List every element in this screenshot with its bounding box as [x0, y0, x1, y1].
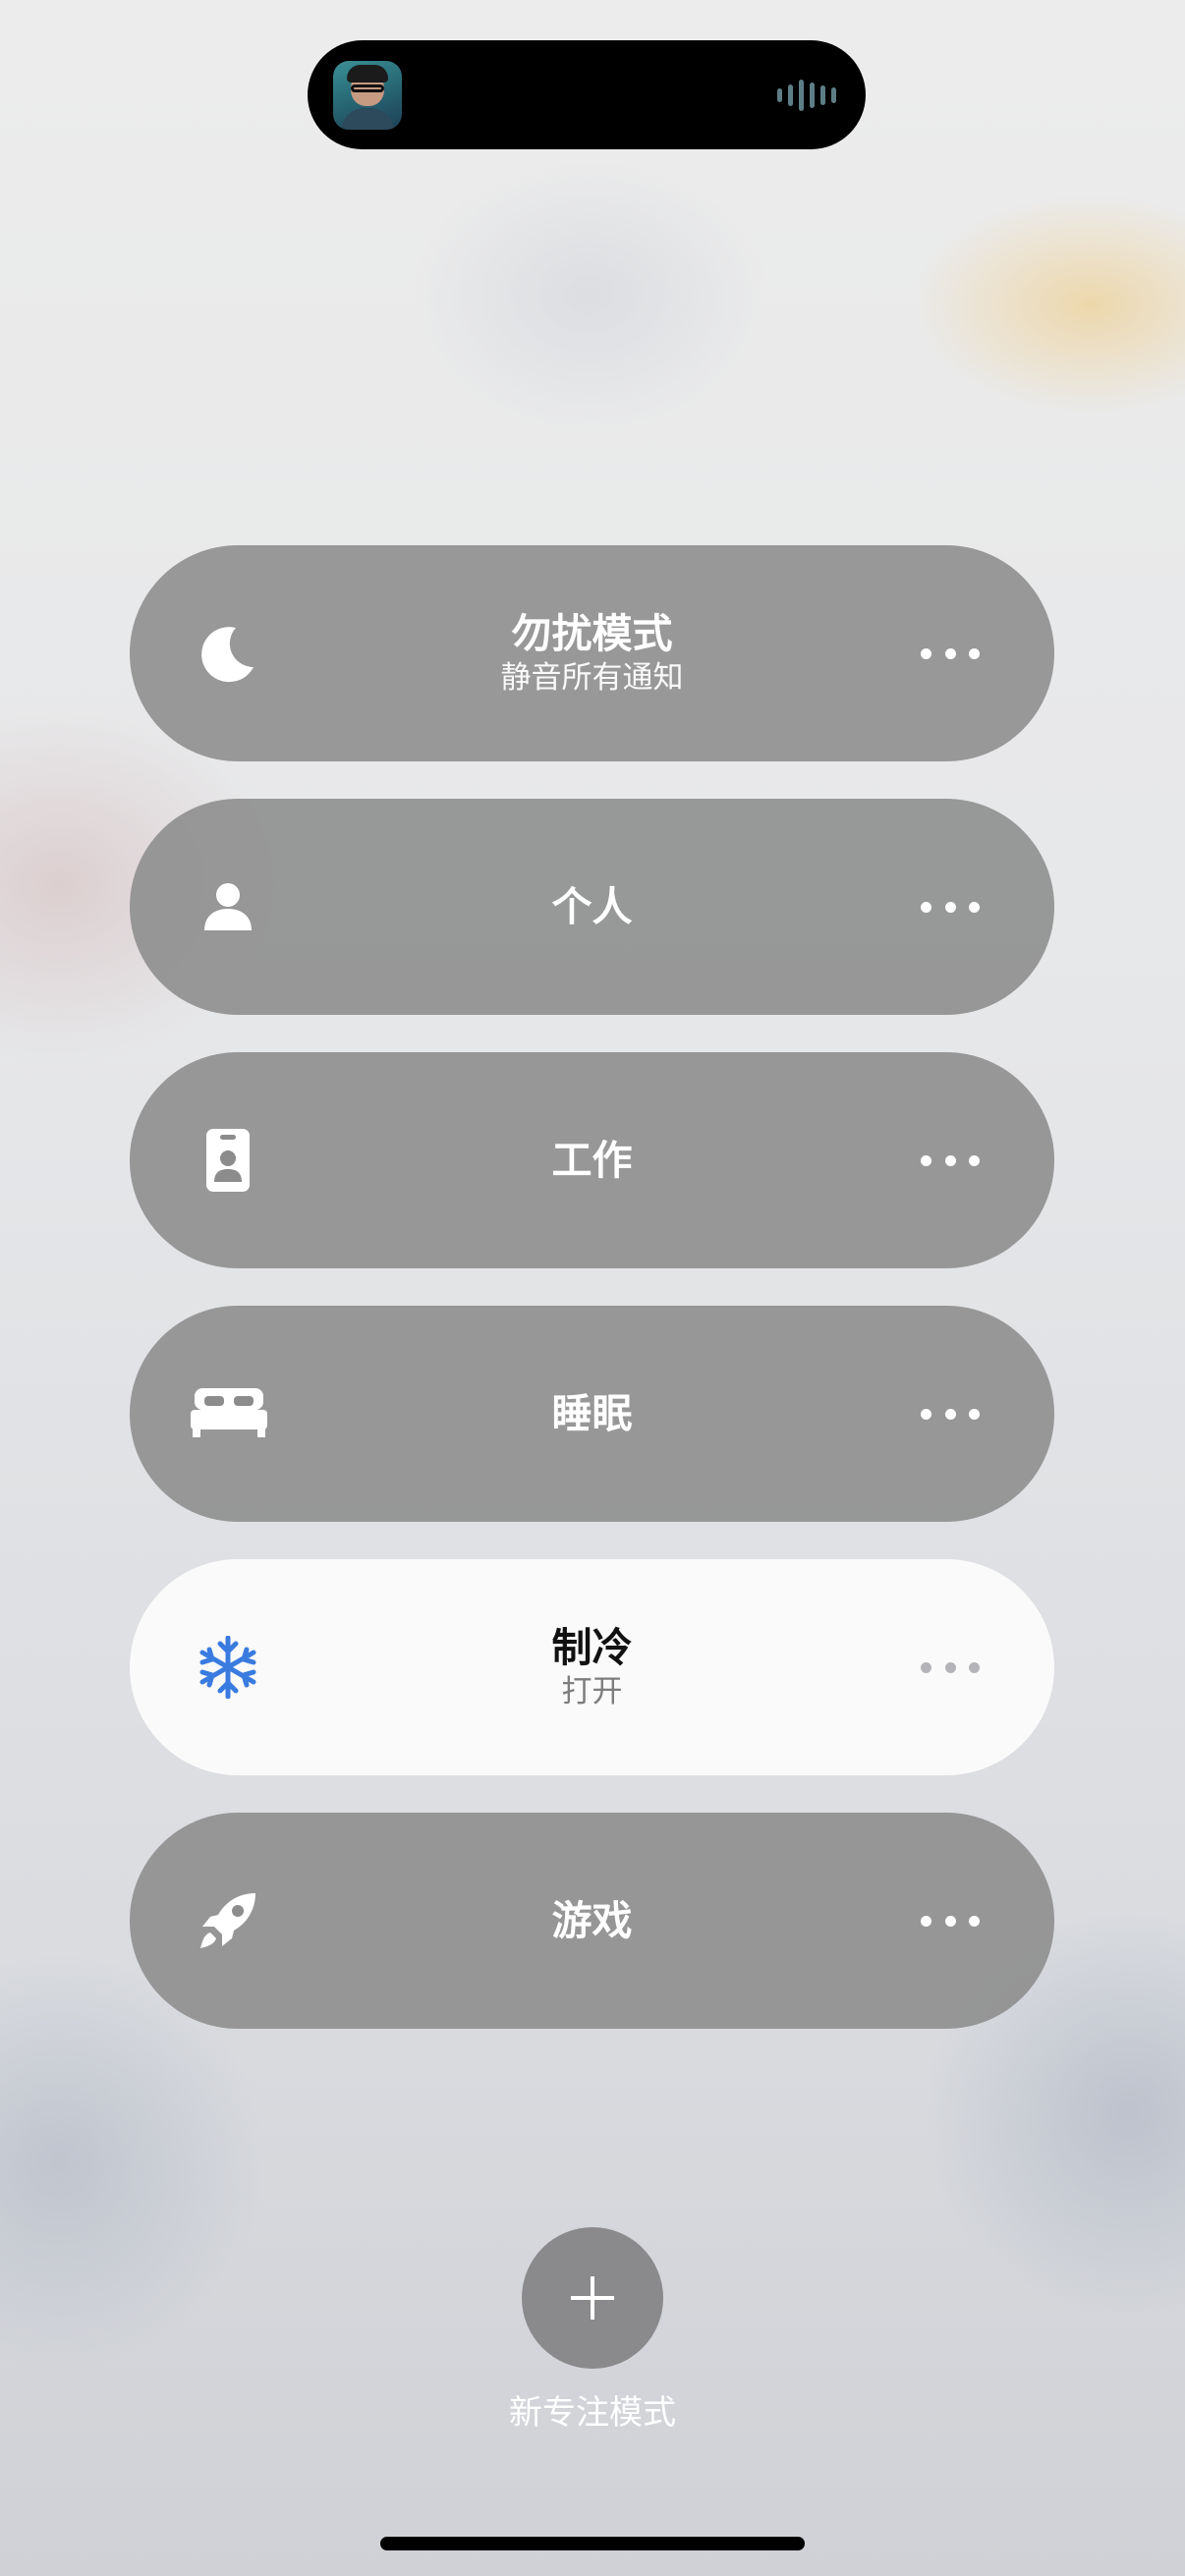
more-options-button[interactable] — [921, 1657, 980, 1677]
focus-subtitle: 静音所有通知 — [500, 660, 684, 696]
dynamic-island[interactable] — [308, 40, 866, 149]
focus-row-work[interactable]: 工作 — [130, 1052, 1054, 1268]
more-options-button[interactable] — [921, 897, 980, 917]
focus-row-cooling[interactable]: 制冷 打开 — [130, 1559, 1054, 1775]
focus-title: 个人 — [551, 883, 633, 930]
focus-title: 勿扰模式 — [511, 610, 673, 657]
more-options-button[interactable] — [921, 1911, 980, 1931]
id-badge-icon — [197, 1129, 259, 1192]
more-options-button[interactable] — [921, 1150, 980, 1170]
focus-row-sleep[interactable]: 睡眠 — [130, 1306, 1054, 1522]
new-focus-label: 新专注模式 — [509, 2393, 676, 2433]
home-indicator[interactable] — [380, 2537, 805, 2550]
person-icon — [197, 875, 259, 938]
focus-title: 睡眠 — [551, 1390, 633, 1437]
snowflake-icon — [197, 1636, 259, 1699]
focus-title: 游戏 — [551, 1897, 633, 1944]
more-options-button[interactable] — [921, 644, 980, 663]
focus-row-gaming[interactable]: 游戏 — [130, 1813, 1054, 2029]
new-focus-button[interactable] — [522, 2227, 663, 2369]
now-playing-artwork — [333, 61, 402, 130]
focus-mode-list: 勿扰模式 静音所有通知 个人 工作 睡眠 制冷 打开 游戏 — [130, 545, 1054, 2066]
focus-status: 打开 — [561, 1674, 623, 1709]
focus-title: 制冷 — [551, 1624, 633, 1671]
focus-title: 工作 — [551, 1137, 633, 1184]
moon-icon — [197, 622, 259, 685]
more-options-button[interactable] — [921, 1404, 980, 1424]
focus-row-do-not-disturb[interactable]: 勿扰模式 静音所有通知 — [130, 545, 1054, 761]
bed-icon — [191, 1382, 267, 1445]
audio-waveform-icon — [777, 78, 836, 113]
rocket-icon — [197, 1889, 259, 1952]
focus-row-personal[interactable]: 个人 — [130, 799, 1054, 1015]
